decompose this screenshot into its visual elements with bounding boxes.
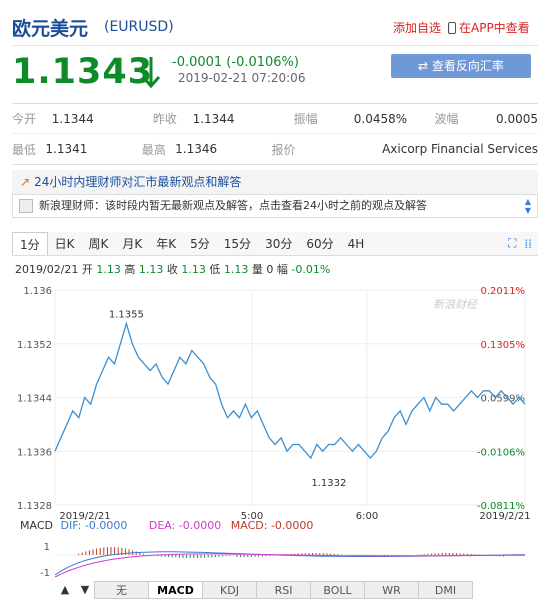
macd-chart: 1 -1 bbox=[40, 542, 526, 579]
quote-provider: Axicorp Financial Services bbox=[382, 142, 538, 156]
y-tick-label: 1.1336 bbox=[17, 447, 52, 458]
max-annotation: 1.1355 bbox=[109, 310, 144, 321]
indicator-wr[interactable]: WR bbox=[364, 581, 419, 599]
right-tick-label: 0.2011% bbox=[481, 286, 526, 297]
reverse-rate-button[interactable]: ⇄ 查看反向汇率 USDEUR bbox=[391, 54, 531, 97]
macd-y-tick: -1 bbox=[40, 568, 50, 579]
indicator-kdj[interactable]: KDJ bbox=[202, 581, 257, 599]
stat-label: 振幅 bbox=[293, 112, 318, 126]
add-favorite-link[interactable]: 添加自选 | bbox=[393, 19, 451, 36]
news-message[interactable]: 新浪理财师：该时段内暂无最新观点及解答，点击查看24小时之前的观点及解答 ▲ ▼ bbox=[12, 194, 538, 218]
pair-title: 欧元美元 bbox=[12, 18, 89, 40]
indicator-rsi[interactable]: RSI bbox=[256, 581, 311, 599]
stat-value: 1.1344 bbox=[51, 111, 94, 126]
right-tick-label: -0.0106% bbox=[477, 447, 525, 458]
stat-label: 最低 bbox=[12, 142, 37, 157]
min-annotation: 1.1332 bbox=[311, 478, 346, 489]
right-tick-label: 0.1305% bbox=[481, 340, 526, 351]
tab-5min[interactable]: 5分 bbox=[183, 232, 217, 255]
stat-value: 1.1344 bbox=[192, 111, 235, 126]
indicator-dmi[interactable]: DMI bbox=[418, 581, 473, 599]
fullscreen-icon[interactable]: ⛶ bbox=[508, 236, 516, 251]
advisor-news: ↗ 24小时内理财师对汇市最新观点和解答 新浪理财师：该时段内暂无最新观点及解答，… bbox=[12, 170, 538, 222]
y-tick-label: 1.136 bbox=[23, 286, 52, 297]
ohlc-summary: 2019/02/21 开 1.13 高 1.13 收 1.13 低 1.13 量… bbox=[15, 263, 331, 276]
stat-value: 1.1341 bbox=[45, 142, 88, 156]
phone-icon bbox=[448, 22, 456, 34]
tab-1min[interactable]: 1分 bbox=[12, 232, 48, 255]
y-tick-label: 1.1328 bbox=[17, 501, 52, 512]
y-tick-label: 1.1344 bbox=[17, 394, 52, 405]
stats-row: 最低 1.1341 最高 1.1346 报价 Axicorp Financial… bbox=[12, 134, 538, 164]
tab-4h[interactable]: 4H bbox=[341, 232, 372, 255]
x-tick-label: 6:00 bbox=[356, 511, 378, 522]
lightning-icon: ↗ bbox=[20, 175, 31, 189]
prev-indicator-icon[interactable]: ▲ bbox=[55, 581, 75, 599]
stats-table: 今开 1.1344 昨收 1.1344 振幅 0.0458% 波幅 0.0005… bbox=[12, 103, 538, 165]
stat-label: 报价 bbox=[271, 142, 296, 157]
pair-code: (EURUSD) bbox=[104, 19, 174, 35]
tab-30min[interactable]: 30分 bbox=[258, 232, 299, 255]
indicator-bar: ▲ ▼ 无 MACD KDJ RSI BOLL WR DMI bbox=[55, 581, 473, 599]
view-in-app-link[interactable]: 在APP中查看 bbox=[448, 19, 530, 36]
tab-weekly[interactable]: 周K bbox=[82, 232, 116, 255]
next-indicator-icon[interactable]: ▼ bbox=[75, 581, 95, 599]
indicator-macd[interactable]: MACD bbox=[148, 581, 203, 599]
scroll-arrows-icon[interactable]: ▲ ▼ bbox=[525, 197, 531, 215]
stat-value: 0.0458% bbox=[353, 111, 408, 126]
settings-icon[interactable]: ⁞⁞ bbox=[524, 237, 532, 251]
x-tick-label: 2019/2/21 bbox=[479, 511, 530, 522]
stats-row: 今开 1.1344 昨收 1.1344 振幅 0.0458% 波幅 0.0005 bbox=[12, 104, 538, 134]
stat-label: 今开 bbox=[12, 112, 37, 126]
tab-monthly[interactable]: 月K bbox=[115, 232, 149, 255]
tab-daily[interactable]: 日K bbox=[48, 232, 82, 255]
stat-label: 昨收 bbox=[152, 112, 177, 126]
down-arrow-icon bbox=[141, 57, 161, 89]
period-tabs: 1分 日K 周K 月K 年K 5分 15分 30分 60分 4H ⛶ ⁞⁞ bbox=[12, 232, 538, 256]
indicator-none[interactable]: 无 bbox=[94, 581, 149, 599]
stat-value: 0.0005 bbox=[496, 111, 538, 126]
tab-yearly[interactable]: 年K bbox=[149, 232, 183, 255]
quote-time: 2019-02-21 07:20:06 bbox=[178, 71, 306, 85]
news-headline[interactable]: ↗ 24小时内理财师对汇市最新观点和解答 bbox=[12, 170, 538, 194]
header: 欧元美元 (EURUSD) 添加自选 | 在APP中查看 bbox=[12, 10, 538, 40]
macd-y-tick: 1 bbox=[44, 542, 50, 553]
current-price: 1.1343 bbox=[12, 52, 154, 92]
dea-line bbox=[54, 553, 525, 578]
tab-15min[interactable]: 15分 bbox=[217, 232, 258, 255]
stat-label: 波幅 bbox=[434, 112, 459, 126]
watermark: 新浪财经 bbox=[433, 298, 478, 311]
price-change: -0.0001 (-0.0106%) bbox=[172, 55, 299, 70]
avatar bbox=[19, 199, 33, 213]
y-tick-label: 1.1352 bbox=[17, 340, 52, 351]
stat-label: 最高 bbox=[141, 142, 166, 157]
stat-value: 1.1346 bbox=[175, 142, 218, 156]
indicator-boll[interactable]: BOLL bbox=[310, 581, 365, 599]
divider bbox=[12, 45, 538, 46]
tab-60min[interactable]: 60分 bbox=[299, 232, 340, 255]
price-chart[interactable]: 1.136 1.1352 1.1344 1.1336 1.1328 0.2011% 0.13… bbox=[0, 280, 550, 525]
